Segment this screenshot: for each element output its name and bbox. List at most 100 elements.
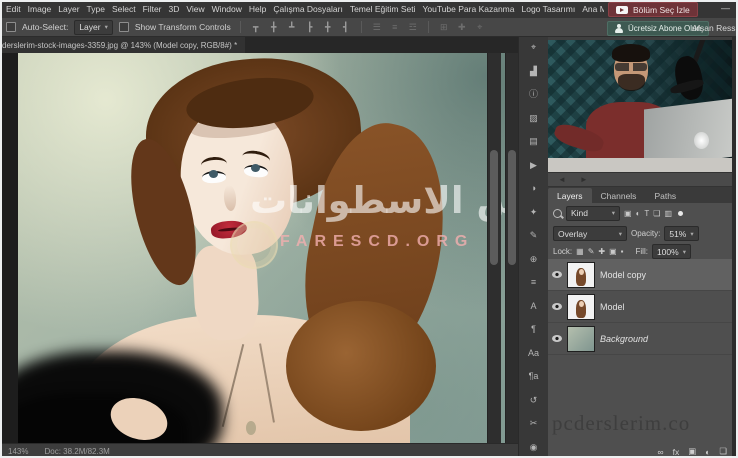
adjustment-filter-icon[interactable]: ◐ [636, 209, 641, 218]
type-filter-icon[interactable]: T [644, 209, 649, 218]
auto-align-icon[interactable]: ⊞ [438, 22, 450, 33]
distribute-bottom-icon[interactable]: ☲ [407, 22, 419, 33]
distribute-vertical-icon[interactable]: ≡ [389, 22, 401, 32]
layer-row-background[interactable]: Background [548, 323, 732, 355]
menu-3d[interactable]: 3D [169, 4, 180, 14]
menu-items: Edit Image Layer Type Select Filter 3D V… [6, 0, 604, 18]
canvas-scrollbar-track[interactable] [505, 53, 519, 443]
canvas-scrollbar[interactable] [487, 53, 501, 443]
distribute-spacing-icon[interactable]: ✚ [456, 22, 468, 33]
fill-dropdown[interactable]: 100% ▾ [652, 244, 691, 259]
menu-help[interactable]: Help [249, 4, 266, 14]
tab-paths[interactable]: Paths [645, 188, 685, 203]
align-vertical-centers-icon[interactable]: ╋ [268, 22, 280, 33]
layer-effects-icon[interactable]: fx [673, 447, 680, 457]
brush-icon[interactable]: ✎ [530, 231, 538, 240]
clone-source-icon[interactable]: ⊕ [530, 255, 538, 264]
layer-name: Background [600, 334, 648, 344]
filter-toggle-icon[interactable] [678, 211, 683, 216]
menu-youtube-para-kazanma[interactable]: YouTube Para Kazanma [422, 4, 514, 14]
back-arrow-icon[interactable]: ◄ [558, 175, 566, 184]
menu-ana-menu[interactable]: Ana Menü [582, 4, 604, 14]
show-transform-checkbox[interactable] [119, 22, 129, 32]
menu-temel-egitim-seti[interactable]: Temel Eğitim Seti [350, 4, 416, 14]
layer-mask-icon[interactable]: ▣ [688, 446, 696, 457]
align-top-edges-icon[interactable]: ┳ [250, 22, 262, 33]
menu-filter[interactable]: Filter [143, 4, 162, 14]
history-icon[interactable]: ↺ [530, 396, 538, 405]
character-icon[interactable]: A [530, 302, 536, 311]
align-left-edges-icon[interactable]: ┣ [304, 22, 316, 33]
layers-footer: ∞ fx ▣ ◐ ❏ [658, 445, 727, 458]
document-tab[interactable]: derslerim-stock-images-3359.jpg @ 143% (… [0, 37, 245, 53]
canvas[interactable]: فارس الاسطوانات FARESCD.ORG [18, 53, 505, 443]
menu-view[interactable]: View [186, 4, 204, 14]
menu-layer[interactable]: Layer [58, 4, 79, 14]
scissors-icon[interactable]: ✂ [530, 419, 538, 428]
paragraph-styles-icon[interactable]: ¶a [529, 372, 539, 381]
align-bottom-edges-icon[interactable]: ┻ [286, 22, 298, 33]
3d-axis-icon[interactable]: ⌖ [474, 22, 486, 33]
menu-calisma-dosyalari[interactable]: Çalışma Dosyaları [273, 4, 342, 14]
watch-episode-button[interactable]: Bölüm Seç İzle [608, 2, 698, 17]
menu-logo-tasarimi[interactable]: Logo Tasarımı [521, 4, 575, 14]
lock-artboard-icon[interactable]: ▣ [609, 247, 617, 256]
histogram-icon[interactable]: ▟ [530, 67, 537, 76]
shape-filter-icon[interactable]: ❏ [653, 209, 660, 218]
menu-image[interactable]: Image [28, 4, 52, 14]
lock-all-icon[interactable]: ▪ [621, 247, 624, 256]
status-bar: 143% Doc: 38.2M/82.3M [0, 443, 518, 458]
layer-name: Model copy [600, 270, 646, 280]
swatches-icon[interactable]: ▤ [529, 137, 538, 146]
layer-thumbnail[interactable] [567, 294, 595, 320]
layer-thumbnail[interactable] [567, 326, 595, 352]
auto-select-dropdown[interactable]: Layer ▾ [74, 20, 113, 35]
opacity-dropdown[interactable]: 51% ▾ [664, 226, 698, 241]
lock-transparent-icon[interactable]: ▦ [576, 247, 584, 256]
info-icon[interactable]: ⓘ [529, 90, 538, 99]
menu-edit[interactable]: Edit [6, 4, 21, 14]
distribute-top-icon[interactable]: ☰ [371, 22, 383, 33]
smart-object-filter-icon[interactable]: ▥ [664, 209, 672, 218]
menu-type[interactable]: Type [87, 4, 105, 14]
menu-window[interactable]: Window [212, 4, 242, 14]
forward-arrow-icon[interactable]: ► [580, 175, 588, 184]
lock-pixels-icon[interactable]: ✎ [588, 247, 595, 256]
zoom-level[interactable]: 143% [8, 447, 28, 456]
blend-mode-dropdown[interactable]: Overlay ▾ [553, 226, 627, 241]
layer-row-model-copy[interactable]: Model copy [548, 259, 732, 291]
visibility-eye-icon[interactable] [552, 271, 562, 278]
layer-thumbnail[interactable] [567, 262, 595, 288]
pixel-layers-filter-icon[interactable]: ▣ [624, 209, 632, 218]
color-icon[interactable]: ▨ [529, 114, 538, 123]
visibility-eye-icon[interactable] [552, 303, 562, 310]
styles-icon[interactable]: ✦ [530, 208, 538, 217]
paragraph-icon[interactable]: ¶ [531, 325, 536, 334]
actions-icon[interactable]: ≡ [531, 278, 536, 287]
lock-position-icon[interactable]: ✚ [598, 247, 605, 256]
fill-value: 100% [657, 247, 679, 257]
align-right-edges-icon[interactable]: ┫ [340, 22, 352, 33]
layer-row-model[interactable]: Model [548, 291, 732, 323]
properties-icon[interactable]: ◉ [530, 443, 538, 452]
tab-layers[interactable]: Layers [548, 188, 592, 203]
minimize-button[interactable]: — [721, 3, 730, 13]
adjustment-layer-icon[interactable]: ◐ [705, 447, 710, 457]
menu-select[interactable]: Select [112, 4, 136, 14]
visibility-eye-icon[interactable] [552, 335, 562, 342]
navigator-icon[interactable]: ⌖ [531, 43, 536, 52]
link-layers-icon[interactable]: ∞ [658, 447, 664, 457]
new-group-icon[interactable]: ❏ [719, 446, 727, 457]
filter-kind-dropdown[interactable]: Kind ▾ [566, 206, 620, 221]
canvas-scrollbar-thumb[interactable] [508, 150, 516, 265]
align-horizontal-centers-icon[interactable]: ╋ [322, 22, 334, 33]
adjustments-icon[interactable]: ◑ [531, 184, 536, 193]
scrollbar-thumb[interactable] [490, 150, 498, 265]
timeline-icon[interactable]: ▶ [530, 161, 537, 170]
model-iris-left [209, 170, 218, 178]
character-styles-icon[interactable]: Aa [528, 349, 539, 358]
auto-select-checkbox[interactable] [6, 22, 16, 32]
tab-channels[interactable]: Channels [592, 188, 646, 203]
filter-row: Kind ▾ ▣ ◐ T ❏ ▥ [548, 203, 732, 223]
canvas-zone: فارس الاسطوانات FARESCD.ORG [0, 53, 505, 443]
